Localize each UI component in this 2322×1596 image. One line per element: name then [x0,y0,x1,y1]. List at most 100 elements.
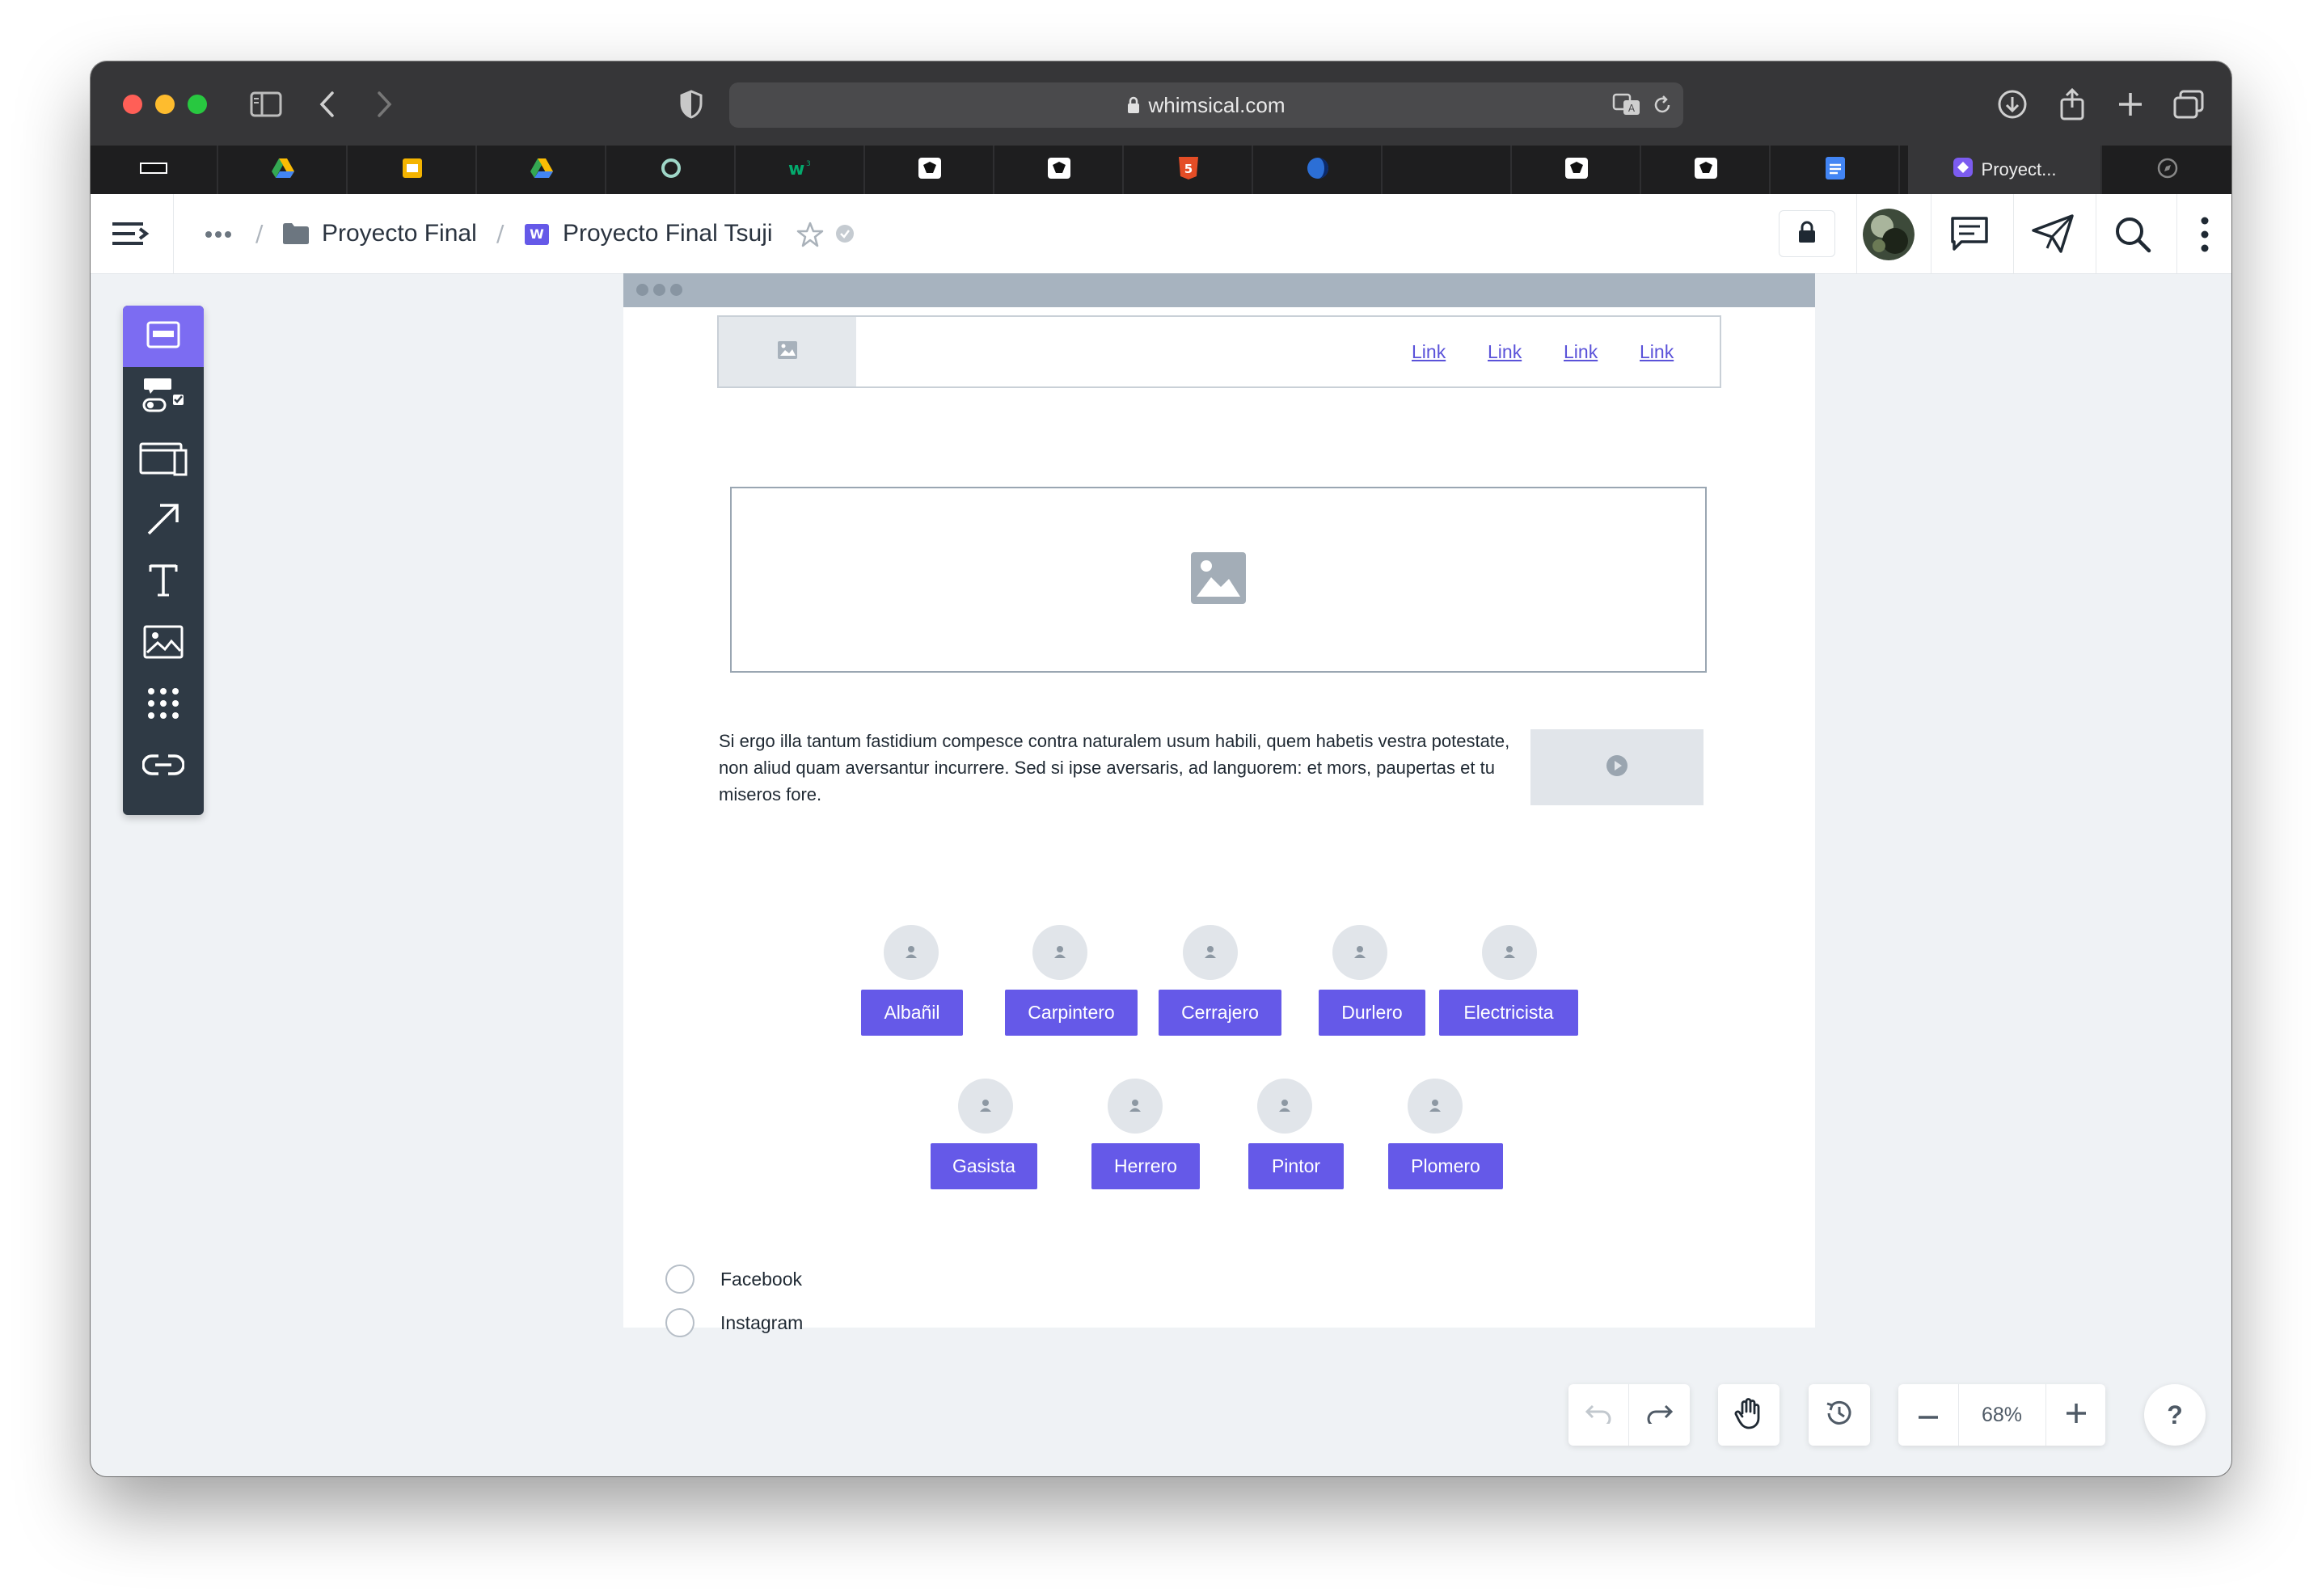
trade-button-electricista[interactable]: Electricista [1439,990,1578,1036]
trade-button-cerrajero[interactable]: Cerrajero [1159,990,1281,1036]
lock-button[interactable] [1779,210,1835,257]
radio-facebook[interactable] [665,1265,694,1294]
wire-navbar[interactable]: Link Link Link Link [717,315,1721,388]
tab-html5[interactable]: 5 [1125,146,1253,194]
reload-icon[interactable] [1651,94,1674,120]
grid-icon [146,686,180,724]
privacy-shield-icon[interactable] [673,86,710,123]
zoom-out-button[interactable] [1898,1384,1959,1446]
tab-globe[interactable] [1255,146,1383,194]
arrow-icon [146,501,181,540]
forward-icon[interactable] [365,86,403,123]
tab-slides[interactable] [349,146,477,194]
history-button[interactable] [1809,1384,1870,1446]
user-avatar[interactable] [1863,209,1915,260]
tab-github-4[interactable] [1643,146,1771,194]
tab-drive-2[interactable] [479,146,606,194]
wireframe-icon [146,320,181,353]
trade-button-carpintero[interactable]: Carpintero [1005,990,1138,1036]
tab-w3[interactable]: w3 [737,146,865,194]
html5-icon: 5 [1178,156,1199,184]
close-window-button[interactable] [123,95,142,114]
hand-tool-button[interactable] [1718,1384,1779,1446]
redo-button[interactable] [1629,1384,1690,1446]
wireframe-tool[interactable] [123,306,204,367]
browser-titlebar: whimsical.com A [91,61,2231,146]
trade-button-albanil[interactable]: Albañil [861,990,963,1036]
tab-blank[interactable] [1384,146,1512,194]
active-tab-title: Proyect... [1981,159,2057,179]
trade-button-herrero[interactable]: Herrero [1091,1143,1200,1189]
share-icon[interactable] [2054,86,2091,123]
tools-panel [123,306,204,815]
svg-text:w: w [788,159,804,179]
arrow-tool[interactable] [123,490,204,551]
person-icon [906,946,917,958]
back-icon[interactable] [309,86,346,123]
tab-coder[interactable] [91,146,218,194]
globe-favicon-icon [1306,156,1330,184]
w3schools-icon: w3 [787,158,814,182]
window-icon [139,439,188,479]
radio-instagram[interactable] [665,1308,694,1337]
radio-label-instagram: Instagram [720,1312,804,1333]
zoom-level[interactable]: 68% [1959,1384,2045,1446]
hero-image-placeholder[interactable] [730,487,1707,673]
address-bar[interactable]: whimsical.com A [729,82,1683,128]
zoom-window-button[interactable] [188,95,207,114]
trade-button-gasista[interactable]: Gasista [931,1143,1037,1189]
text-tool[interactable] [123,551,204,613]
minimize-window-button[interactable] [155,95,175,114]
star-icon[interactable] [796,220,825,249]
tab-docs[interactable] [1772,146,1900,194]
tab-overview-icon[interactable] [2170,86,2207,123]
more-dots-icon[interactable] [202,218,234,251]
grid-tool[interactable] [123,674,204,736]
github-favicon-icon-4 [1694,157,1718,183]
github-favicon-icon-2 [1047,157,1071,183]
wireframe-frame[interactable]: Link Link Link Link Si ergo illa tantum … [623,273,1815,1337]
zoom-in-button[interactable] [2045,1384,2106,1446]
nav-link-2[interactable]: Link [1488,317,1522,386]
avatar-plomero [1408,1079,1463,1134]
window-tool[interactable] [123,429,204,490]
search-icon[interactable] [2110,212,2155,257]
image-tool[interactable] [123,613,204,674]
avatar-carpintero [1032,925,1087,980]
frame-titlebar [623,273,1815,307]
trade-button-plomero[interactable]: Plomero [1388,1143,1503,1189]
tab-ring[interactable] [608,146,736,194]
tab-whimsical-active[interactable]: Proyect... [1908,146,2102,194]
tab-extra[interactable] [2104,146,2231,194]
nav-link-1[interactable]: Link [1412,317,1446,386]
link-tool[interactable] [123,736,204,797]
trade-button-durlero[interactable]: Durlero [1319,990,1425,1036]
person-icon [1354,946,1366,958]
share-send-icon[interactable] [2028,210,2078,257]
translate-icon[interactable]: A [1612,92,1641,120]
tab-drive-1[interactable] [220,146,348,194]
undo-button[interactable] [1568,1384,1629,1446]
nav-link-3[interactable]: Link [1564,317,1598,386]
breadcrumb-document[interactable]: Proyecto Final Tsuji [563,194,773,273]
help-button[interactable]: ? [2144,1384,2206,1446]
zoom-level-text: 68% [1981,1403,2023,1426]
comments-icon[interactable] [1945,212,1994,255]
new-tab-icon[interactable] [2112,86,2149,123]
tab-github-2[interactable] [996,146,1124,194]
avatar-durlero [1332,925,1387,980]
trade-button-pintor[interactable]: Pintor [1248,1143,1344,1189]
elements-tool[interactable] [123,367,204,429]
nav-logo-placeholder [719,317,856,386]
kebab-menu-icon[interactable] [2191,212,2219,257]
tab-github-3[interactable] [1514,146,1641,194]
video-placeholder[interactable] [1530,729,1704,805]
sidebar-toggle-icon[interactable] [247,86,285,123]
nav-link-4[interactable]: Link [1640,317,1674,386]
tab-github-1[interactable] [867,146,994,194]
person-icon [1205,946,1216,958]
downloads-icon[interactable] [1994,86,2031,123]
breadcrumb-folder[interactable]: Proyecto Final [322,194,477,273]
text-icon [147,563,179,602]
menu-toggle-icon[interactable] [108,212,152,255]
